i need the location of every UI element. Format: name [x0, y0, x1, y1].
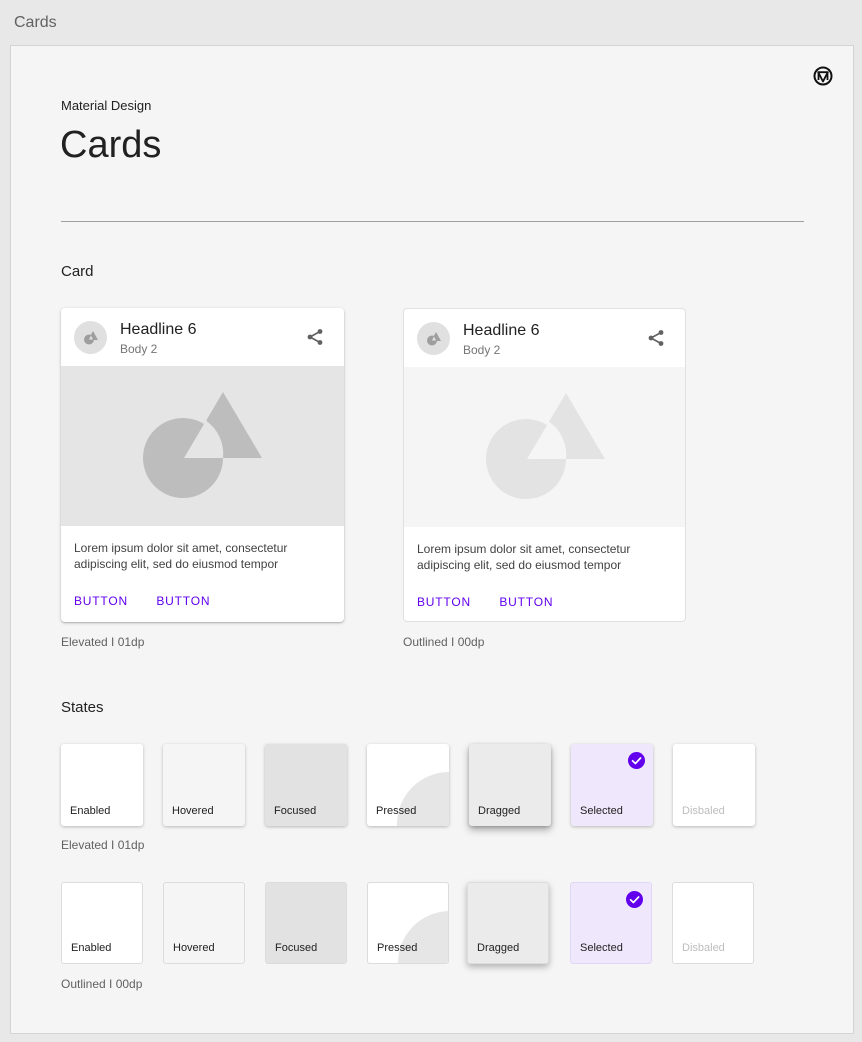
- check-circle-icon: [626, 891, 643, 908]
- tile-label: Selected: [580, 942, 623, 954]
- tile-label: Hovered: [172, 805, 214, 817]
- ripple: [397, 772, 449, 826]
- artboard: Material Design Cards Card Headline 6 Bo…: [10, 45, 854, 1034]
- card-action-button-2[interactable]: BUTTON: [499, 595, 553, 609]
- card-body-text: Lorem ipsum dolor sit amet, consectetur …: [74, 541, 288, 571]
- tile-label: Focused: [274, 805, 317, 817]
- state-tile-hovered[interactable]: Hovered: [163, 744, 245, 826]
- shapes-placeholder-icon: [143, 392, 262, 498]
- card-actions: BUTTON BUTTON: [74, 592, 234, 610]
- elevated-states-caption: Elevated I 01dp: [61, 838, 145, 852]
- section-title-states: States: [61, 699, 104, 716]
- app-title: Cards: [14, 14, 57, 31]
- card-title: Headline 6: [120, 321, 197, 338]
- avatar: [74, 321, 107, 354]
- card-action-button-1[interactable]: BUTTON: [417, 595, 471, 609]
- card-subtitle: Body 2: [463, 343, 501, 357]
- tile-label: Pressed: [377, 942, 418, 954]
- header-divider: [61, 221, 804, 222]
- card-body-text: Lorem ipsum dolor sit amet, consectetur …: [417, 542, 631, 572]
- card-subtitle: Body 2: [120, 342, 158, 356]
- outlined-card-caption: Outlined I 00dp: [403, 635, 485, 649]
- outlined-card[interactable]: Headline 6 Body 2 Lorem ipsum dolor sit …: [403, 308, 686, 622]
- state-tile-dragged[interactable]: Dragged: [467, 882, 549, 964]
- material-logo-icon: [813, 66, 833, 86]
- state-tile-focused[interactable]: Focused: [265, 882, 347, 964]
- card-title: Headline 6: [463, 322, 540, 339]
- state-tile-selected[interactable]: Selected: [571, 744, 653, 826]
- tile-label: Selected: [580, 805, 623, 817]
- card-media: [404, 367, 685, 527]
- state-tile-disabled: Disbaled: [672, 882, 754, 964]
- avatar-shapes-icon: [427, 332, 441, 346]
- tile-label: Enabled: [70, 805, 111, 817]
- outlined-states-caption: Outlined I 00dp: [61, 977, 143, 991]
- card-header: Headline 6 Body 2: [61, 308, 344, 366]
- shapes-placeholder-icon: [486, 393, 605, 499]
- state-tile-dragged[interactable]: Dragged: [469, 744, 551, 826]
- page-title: Cards: [60, 124, 162, 166]
- card-action-button-2[interactable]: BUTTON: [156, 594, 210, 608]
- tile-label: Disbaled: [682, 942, 725, 954]
- elevated-card[interactable]: Headline 6 Body 2 Lorem ipsum dolor sit …: [61, 308, 344, 622]
- section-title-card: Card: [61, 263, 94, 280]
- card-actions: BUTTON BUTTON: [417, 593, 577, 611]
- state-tile-enabled[interactable]: Enabled: [61, 744, 143, 826]
- card-media: [61, 366, 344, 526]
- state-tile-enabled[interactable]: Enabled: [61, 882, 143, 964]
- card-header: Headline 6 Body 2: [404, 309, 685, 367]
- share-icon[interactable]: [306, 328, 324, 346]
- tile-label: Hovered: [173, 942, 215, 954]
- tile-label: Dragged: [477, 942, 520, 954]
- avatar: [417, 322, 450, 355]
- state-tile-pressed[interactable]: Pressed: [367, 882, 449, 964]
- state-tile-focused[interactable]: Focused: [265, 744, 347, 826]
- tile-label: Disbaled: [682, 805, 725, 817]
- page-eyebrow: Material Design: [61, 98, 152, 113]
- tile-label: Enabled: [71, 942, 112, 954]
- tile-label: Focused: [275, 942, 318, 954]
- ripple: [398, 911, 448, 963]
- tile-label: Pressed: [376, 805, 417, 817]
- tile-label: Dragged: [478, 805, 521, 817]
- share-icon[interactable]: [647, 329, 665, 347]
- state-tile-disabled: Disbaled: [673, 744, 755, 826]
- card-action-button-1[interactable]: BUTTON: [74, 594, 128, 608]
- elevated-card-caption: Elevated I 01dp: [61, 635, 145, 649]
- state-tile-pressed[interactable]: Pressed: [367, 744, 449, 826]
- state-tile-selected[interactable]: Selected: [570, 882, 652, 964]
- state-tile-hovered[interactable]: Hovered: [163, 882, 245, 964]
- check-circle-icon: [628, 752, 645, 769]
- avatar-shapes-icon: [84, 331, 98, 345]
